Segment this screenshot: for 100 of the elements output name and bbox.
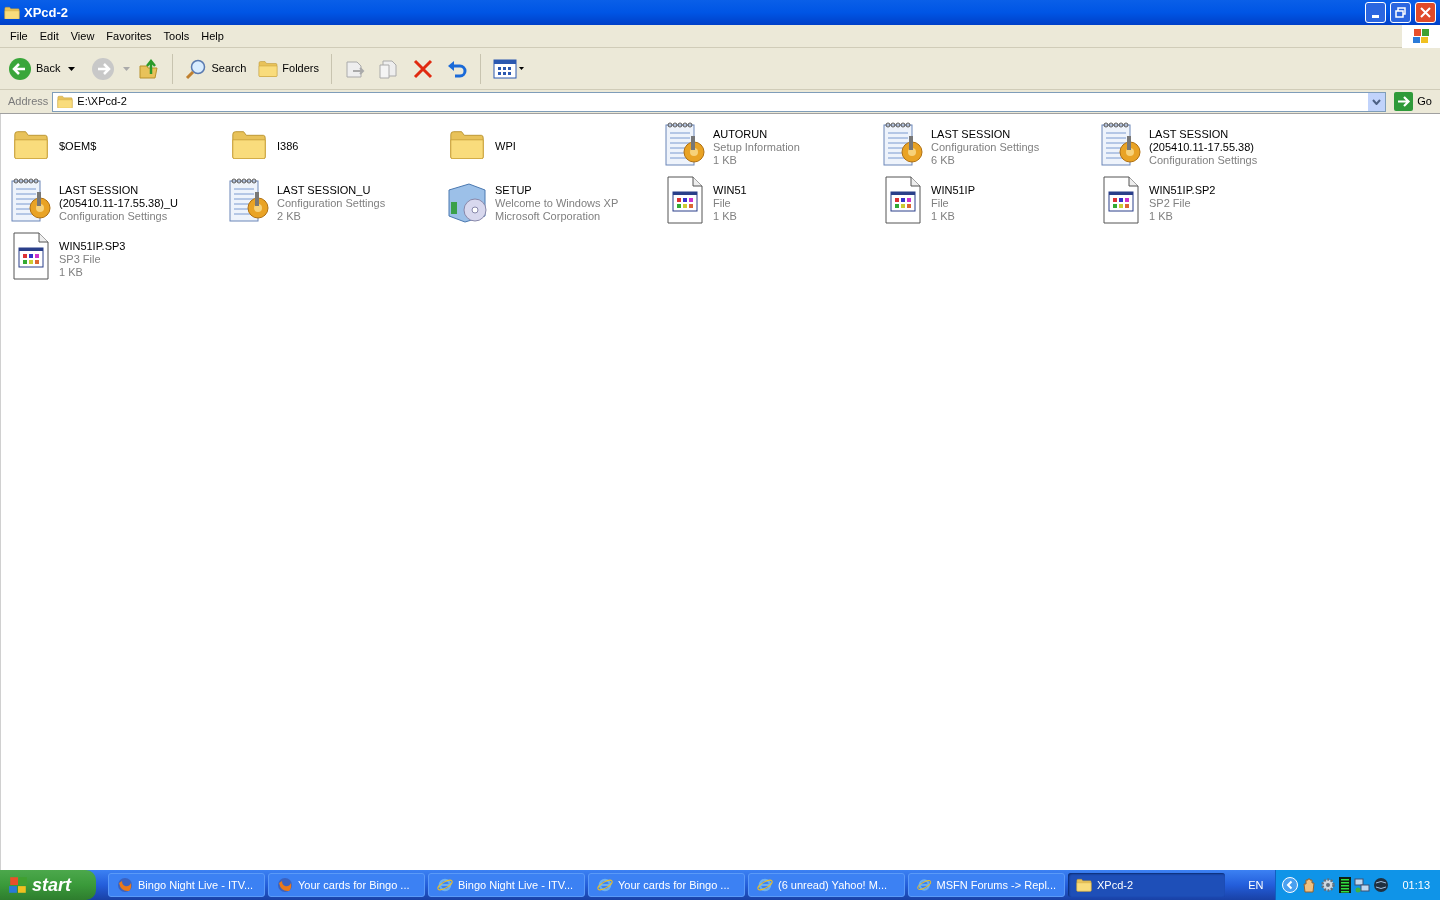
file-name[interactable]: WIN51 [713,184,747,197]
language-indicator[interactable]: EN [1236,876,1276,894]
file-detail: Microsoft Corporation [495,210,602,223]
file-detail: Configuration Settings [277,197,386,210]
menu-item[interactable]: Tools [157,27,196,45]
address-value: E:\XPcd-2 [77,94,128,110]
document-icon [1101,175,1141,225]
minimize-icon [1372,15,1379,18]
taskbar-button[interactable]: Your cards for Bingo ... [268,873,425,897]
file-detail: 1 KB [931,210,956,223]
file-detail: Configuration Settings [59,210,169,223]
file-name[interactable]: LAST SESSION_U [277,184,386,197]
restore-button[interactable] [1390,2,1411,23]
taskbar-button[interactable]: Bingo Night Live - ITV... [428,873,585,897]
views-grid-icon [493,58,517,79]
search-icon [185,57,208,80]
chevron-down-icon [1372,98,1382,105]
file-detail: File [713,197,732,210]
settings-file-icon [662,120,708,168]
settings-file-icon [226,176,272,224]
folder-icon [57,94,74,109]
menu-item[interactable]: File [4,27,34,45]
browser-e-icon [917,877,932,893]
gear-icon[interactable] [1320,877,1337,893]
minimize-button[interactable] [1365,2,1386,23]
network-icon[interactable] [1354,877,1371,893]
file-name[interactable]: LAST SESSION (205410.11-17.55.38)_U [59,184,191,210]
file-detail: 6 KB [931,154,956,167]
back-button[interactable]: Back [8,56,61,81]
file-detail: 1 KB [713,154,738,167]
document-icon [665,175,705,225]
file-detail: Welcome to Windows XP [495,197,619,210]
folders-icon [258,60,279,77]
taskbar-button[interactable]: MSFN Forums -> Repl... [908,873,1065,897]
globe-fox-icon [117,877,133,893]
file-detail: Setup Information [713,141,800,154]
windows-logo-icon [1412,28,1430,44]
file-name[interactable]: SETUP [495,184,619,197]
go-arrow-icon [1394,92,1414,111]
dropdown-caret-icon [519,67,524,70]
restore-icon [1395,7,1406,18]
address-field[interactable]: E:\XPcd-2 [52,91,1387,112]
taskbar-button[interactable]: (6 unread) Yahoo! M... [748,873,905,897]
close-icon [1420,7,1431,18]
file-name[interactable]: WIN51IP [931,184,975,197]
clock: 01:13 [1401,877,1430,893]
file-name[interactable]: WIN51IP.SP2 [1149,184,1216,197]
file-name[interactable]: WPI [495,139,516,153]
file-detail: SP3 File [59,253,102,266]
menu-item[interactable]: Edit [33,27,65,45]
browser-e-icon [757,877,773,893]
file-detail: Configuration Settings [931,141,1040,154]
window-title: XPcd-2 [24,3,70,22]
file-name[interactable]: I386 [277,139,299,153]
taskbar-button[interactable]: XPcd-2 [1068,873,1225,897]
start-button[interactable]: start [0,870,96,900]
settings-file-icon [1098,120,1144,168]
folder-icon [449,128,485,160]
file-name[interactable]: WIN51IP.SP3 [59,240,126,253]
menu-item[interactable]: Help [195,27,230,45]
file-detail: 1 KB [1149,210,1174,223]
folder-icon [231,128,267,160]
globe-icon[interactable] [1373,877,1390,893]
address-label: Address [7,94,49,110]
settings-file-icon [880,120,926,168]
up-folder-icon[interactable] [138,57,161,80]
file-name[interactable]: LAST SESSION (205410.11-17.55.38) [1149,128,1281,154]
hand-icon[interactable] [1301,877,1318,893]
close-button[interactable] [1415,2,1436,23]
dropdown-button[interactable] [1368,92,1386,111]
folder-icon [13,128,49,160]
menu-item[interactable]: View [64,27,101,45]
file-detail: 2 KB [277,210,302,223]
folder-icon [1076,878,1092,892]
file-name[interactable]: AUTORUN [713,128,800,141]
browser-e-icon [597,877,613,893]
views-button[interactable] [493,58,524,79]
go-button[interactable]: Go [1390,92,1436,111]
file-detail: Configuration Settings [1149,154,1259,167]
taskbar-button[interactable]: Bingo Night Live - ITV... [108,873,265,897]
taskbar-button[interactable]: Your cards for Bingo ... [588,873,745,897]
file-name[interactable]: $OEM$ [59,139,97,153]
folder-icon [4,5,20,20]
folders-button[interactable]: Folders [258,60,319,77]
document-icon [11,231,51,281]
browser-e-icon [437,877,453,893]
file-detail: SP2 File [1149,197,1192,210]
file-detail: File [931,197,950,210]
globe-fox-icon [277,877,293,893]
search-button[interactable]: Search [185,57,247,80]
dropdown-caret-icon[interactable] [68,66,76,71]
document-icon [883,175,923,225]
meter-icon[interactable] [1339,877,1352,893]
delete-icon[interactable] [412,57,434,80]
file-detail: 1 KB [59,266,84,279]
settings-file-icon [8,176,54,224]
chevron-left-icon[interactable] [1282,877,1299,893]
menu-item[interactable]: Favorites [100,27,158,45]
file-detail: 1 KB [713,210,738,223]
file-name[interactable]: LAST SESSION [931,128,1040,141]
